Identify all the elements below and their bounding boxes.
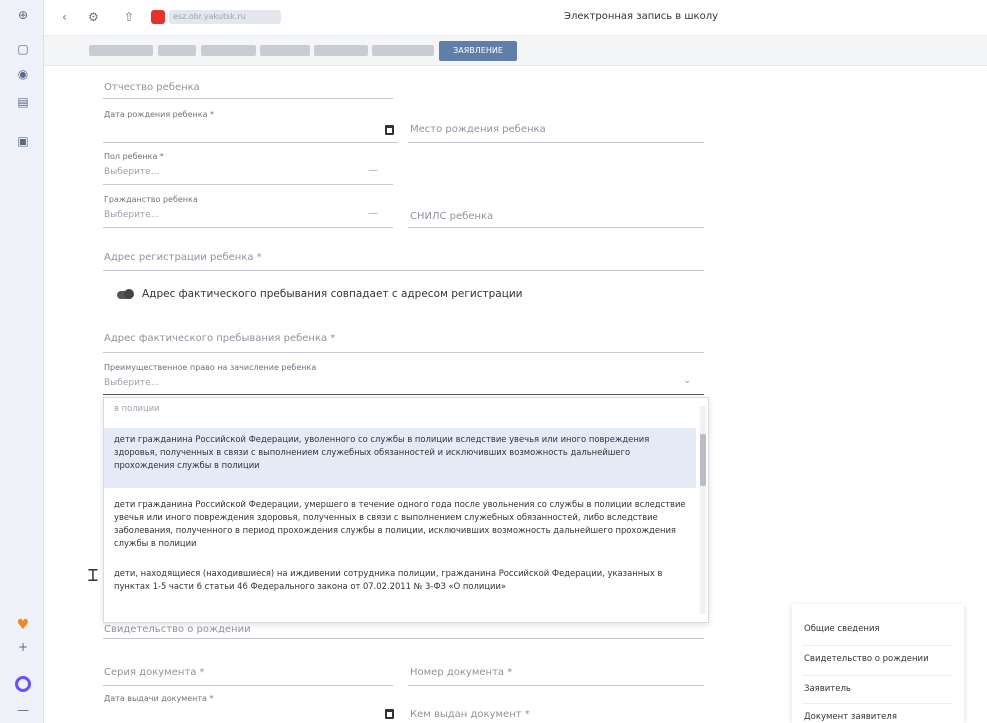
doc-series-placeholder: Серия документа *: [104, 667, 205, 678]
select-arrow-icon[interactable]: —: [368, 165, 378, 176]
gender-select[interactable]: [103, 184, 393, 185]
birth-place-placeholder: Место рождения ребенка: [410, 124, 546, 135]
actual-address-placeholder: Адрес фактического пребывания ребенка *: [104, 333, 336, 344]
select-arrow-icon[interactable]: —: [368, 208, 378, 219]
doc-number-placeholder: Номер документа *: [410, 667, 513, 678]
birth-date-field[interactable]: [103, 142, 398, 143]
issued-by-placeholder: Кем выдан документ *: [410, 709, 530, 720]
dropdown-scrollbar-thumb[interactable]: [700, 434, 706, 486]
same-address-toggle-label: Адрес фактического пребывания совпадает …: [142, 288, 523, 300]
nav-item[interactable]: [201, 45, 256, 56]
section-menu-birth-cert[interactable]: Свидетельство о рождении: [804, 654, 929, 664]
privilege-select[interactable]: [103, 394, 704, 395]
divider: [802, 703, 952, 704]
birth-cert-placeholder: Свидетельство о рождении: [104, 624, 251, 635]
section-menu: Общие сведения Свидетельство о рождении …: [792, 604, 964, 723]
registration-address-placeholder: Адрес регистрации ребенка *: [104, 252, 262, 263]
patronymic-placeholder: Отчество ребенка: [104, 82, 200, 93]
add-icon[interactable]: +: [16, 640, 30, 654]
nav-item[interactable]: [260, 45, 310, 56]
calendar-icon[interactable]: [385, 125, 394, 135]
registration-address-field[interactable]: [103, 270, 704, 271]
privilege-dropdown-list[interactable]: в полиции дети гражданина Российской Фед…: [103, 397, 709, 623]
snils-placeholder: СНИЛС ребенка: [410, 211, 494, 222]
citizenship-select[interactable]: [103, 227, 393, 228]
settings-icon[interactable]: ⚙: [88, 10, 99, 24]
actual-address-field[interactable]: [103, 352, 704, 353]
doc-number-field[interactable]: [408, 685, 704, 686]
snils-field[interactable]: [408, 227, 704, 228]
nav-item[interactable]: [372, 45, 434, 56]
divider: [802, 645, 952, 646]
citizenship-select-value: Выберите...: [104, 210, 160, 220]
share-icon[interactable]: ⇧: [124, 10, 134, 24]
birth-date-label: Дата рождения ребенка *: [104, 110, 215, 119]
privilege-label: Преимущественное право на зачисление реб…: [104, 363, 317, 372]
doc-series-field[interactable]: [103, 685, 393, 686]
back-icon[interactable]: ‹: [62, 10, 67, 24]
dropdown-option[interactable]: дети, находящиеся (находившиеся) на ижди…: [104, 562, 696, 612]
browser-sidebar: ⊕ ▢ ◉ ▤ ▣ ♥ + —: [0, 0, 44, 723]
divider: [802, 675, 952, 676]
collections-icon[interactable]: ▢: [16, 42, 30, 56]
page-title: Электронная запись в школу: [564, 11, 718, 22]
section-menu-general[interactable]: Общие сведения: [804, 624, 880, 634]
assistant-icon[interactable]: [15, 676, 31, 692]
section-menu-applicant[interactable]: Заявитель: [804, 684, 851, 694]
nav-tab-application[interactable]: ЗАЯВЛЕНИЕ: [439, 41, 517, 61]
browser-toolbar: ‹ ⚙ ⇧ esz.obr.yakutsk.ru Электронная зап…: [44, 0, 987, 36]
citizenship-label: Гражданство ребенка: [104, 195, 198, 204]
dropdown-option[interactable]: дети гражданина Российской Федерации, ув…: [104, 428, 696, 488]
text-cursor-icon: Ꮖ: [88, 566, 99, 585]
privilege-select-value: Выберите...: [104, 378, 160, 388]
patronymic-field[interactable]: [103, 98, 393, 99]
same-address-toggle[interactable]: [117, 289, 134, 299]
site-favicon: [151, 10, 165, 24]
dropdown-option-cut[interactable]: в полиции: [104, 402, 696, 415]
save-icon[interactable]: ▤: [16, 95, 30, 109]
dropdown-option[interactable]: дети гражданина Российской Федерации, ум…: [104, 493, 696, 557]
site-nav: ЗАЯВЛЕНИЕ: [44, 36, 987, 66]
nav-item[interactable]: [89, 45, 153, 56]
game-icon[interactable]: ♥: [16, 618, 30, 632]
nav-item[interactable]: [158, 45, 196, 56]
gender-select-value: Выберите...: [104, 167, 160, 177]
section-menu-applicant-doc[interactable]: Документ заявителя: [804, 712, 897, 722]
screen-icon[interactable]: ▣: [16, 134, 30, 148]
birth-place-field[interactable]: [408, 142, 704, 143]
play-icon[interactable]: ◉: [16, 67, 30, 81]
more-icon[interactable]: —: [16, 703, 30, 717]
nav-item[interactable]: [314, 45, 368, 56]
issue-date-label: Дата выдачи документа *: [104, 694, 214, 703]
history-icon[interactable]: ⊕: [16, 8, 30, 22]
birth-cert-select[interactable]: [103, 638, 704, 639]
chevron-down-icon[interactable]: ⌄: [683, 375, 691, 386]
calendar-icon[interactable]: [385, 709, 394, 719]
address-bar[interactable]: esz.obr.yakutsk.ru: [169, 10, 281, 24]
gender-label: Пол ребенка *: [104, 152, 164, 161]
